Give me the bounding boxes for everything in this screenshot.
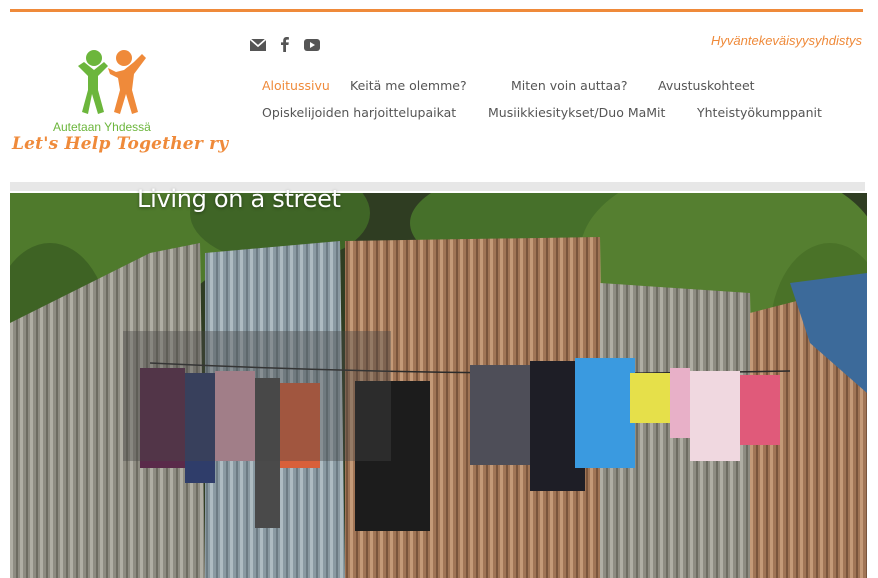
organization-type-label: Hyväntekeväisyysyhdistys — [711, 33, 862, 48]
nav-item-keita-me-olemme[interactable]: Keitä me olemme? — [350, 78, 511, 93]
hero-caption-text: Living on a street — [137, 185, 341, 213]
hero-slider[interactable] — [10, 193, 867, 578]
nav-item-miten-voin-auttaa[interactable]: Miten voin auttaa? — [511, 78, 658, 93]
site-logo[interactable]: Autetaan Yhdessä Let's Help Together ry — [12, 48, 228, 160]
nav-item-musiikkiesitykset[interactable]: Musiikkiesitykset/Duo MaMit — [488, 105, 697, 120]
top-accent-bar — [10, 9, 863, 12]
youtube-icon[interactable] — [304, 38, 320, 51]
nav-item-avustuskohteet[interactable]: Avustuskohteet — [658, 78, 755, 93]
facebook-icon[interactable] — [281, 37, 289, 52]
logo-tagline: Autetaan Yhdessä — [53, 120, 151, 134]
main-navigation: Aloitussivu Keitä me olemme? Miten voin … — [262, 72, 862, 126]
hero-caption-box — [123, 331, 391, 461]
nav-row-2: Opiskelijoiden harjoittelupaikat Musiikk… — [262, 99, 862, 126]
logo-title: Let's Help Together ry — [12, 134, 229, 154]
social-links — [250, 37, 320, 52]
nav-item-aloitussivu[interactable]: Aloitussivu — [262, 78, 350, 93]
nav-item-opiskelijoiden-harjoittelupaikat[interactable]: Opiskelijoiden harjoittelupaikat — [262, 105, 488, 120]
nav-item-yhteistyokumppanit[interactable]: Yhteistyökumppanit — [697, 105, 822, 120]
nav-row-1: Aloitussivu Keitä me olemme? Miten voin … — [262, 72, 862, 99]
mail-icon[interactable] — [250, 38, 266, 51]
logo-figures-icon — [78, 50, 146, 114]
